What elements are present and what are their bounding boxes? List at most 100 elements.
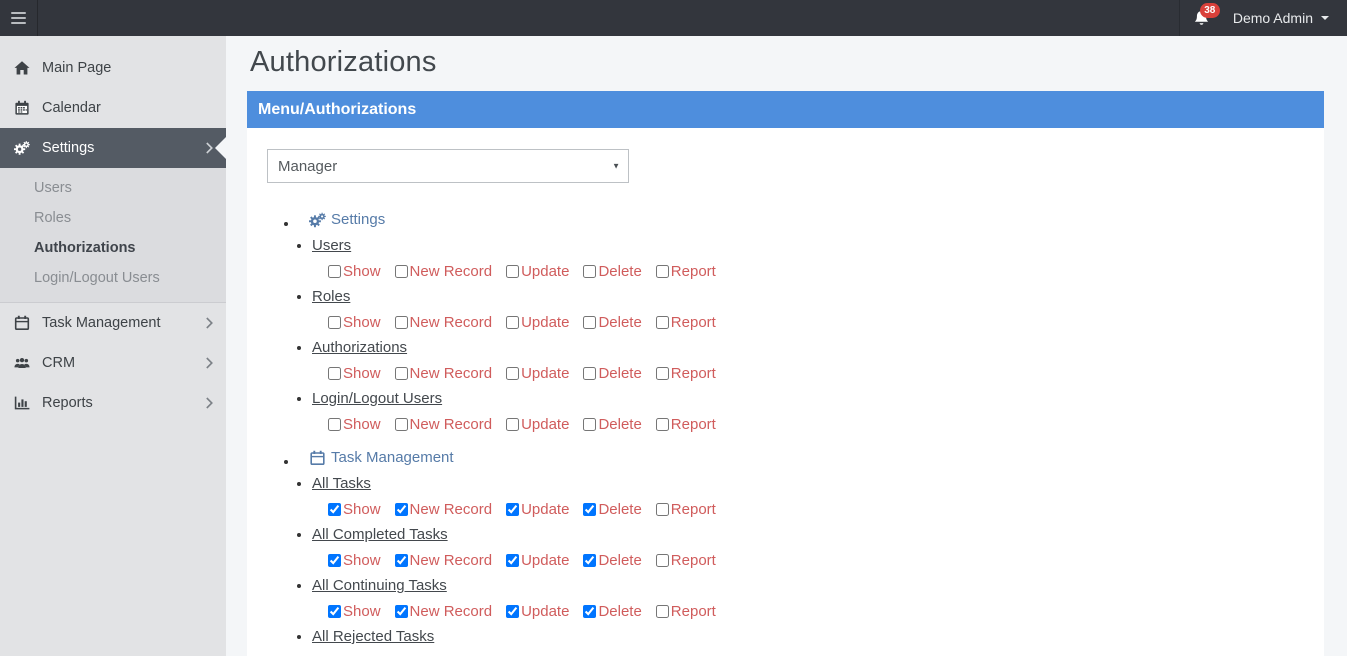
checkbox-new-record[interactable] bbox=[394, 553, 408, 567]
sidebar-item-main-page[interactable]: Main Page bbox=[0, 48, 226, 88]
perm-checkbox[interactable]: Report bbox=[655, 314, 716, 331]
perm-action-label: New Record bbox=[409, 364, 493, 382]
perm-checkbox[interactable]: Report bbox=[655, 501, 716, 518]
checkbox-delete[interactable] bbox=[583, 417, 597, 431]
perm-item-link[interactable]: All Continuing Tasks bbox=[312, 577, 447, 594]
perm-checkbox[interactable]: Delete bbox=[583, 501, 642, 518]
checkbox-update[interactable] bbox=[506, 315, 520, 329]
perm-checkbox[interactable]: New Record bbox=[394, 314, 492, 331]
checkbox-delete[interactable] bbox=[583, 604, 597, 618]
checkbox-report[interactable] bbox=[655, 553, 669, 567]
perm-checkbox[interactable]: Report bbox=[655, 263, 716, 280]
perm-item-link[interactable]: All Rejected Tasks bbox=[312, 628, 434, 645]
perm-checkbox[interactable]: New Record bbox=[394, 552, 492, 569]
perm-checkbox[interactable]: Show bbox=[328, 314, 381, 331]
perm-checkbox[interactable]: Update bbox=[506, 365, 569, 382]
checkbox-update[interactable] bbox=[506, 366, 520, 380]
checkbox-delete[interactable] bbox=[583, 502, 597, 516]
perm-checkbox[interactable]: Show bbox=[328, 552, 381, 569]
perm-checkbox[interactable]: Show bbox=[328, 501, 381, 518]
checkbox-update[interactable] bbox=[506, 264, 520, 278]
perm-checkbox[interactable]: Delete bbox=[583, 416, 642, 433]
perm-checkbox[interactable]: Report bbox=[655, 552, 716, 569]
checkbox-delete[interactable] bbox=[583, 264, 597, 278]
perm-checkbox[interactable]: Update bbox=[506, 263, 569, 280]
checkbox-delete[interactable] bbox=[583, 315, 597, 329]
perm-action-label: Report bbox=[670, 602, 716, 620]
perm-checkbox[interactable]: Show bbox=[328, 603, 381, 620]
notifications-button[interactable]: 38 bbox=[1178, 0, 1223, 36]
perm-checkbox[interactable]: Delete bbox=[583, 314, 642, 331]
checkbox-new-record[interactable] bbox=[394, 604, 408, 618]
sidebar-item-crm[interactable]: CRM bbox=[0, 343, 226, 383]
perm-checkbox[interactable]: Report bbox=[655, 365, 716, 382]
perm-checkbox[interactable]: Update bbox=[506, 603, 569, 620]
perm-item-link[interactable]: Users bbox=[312, 237, 351, 254]
role-select[interactable]: Manager bbox=[267, 149, 629, 183]
checkbox-new-record[interactable] bbox=[394, 264, 408, 278]
checkbox-show[interactable] bbox=[328, 366, 341, 380]
checkbox-report[interactable] bbox=[655, 366, 669, 380]
checkbox-report[interactable] bbox=[655, 264, 669, 278]
sidebar-subitem-authorizations[interactable]: Authorizations bbox=[0, 233, 226, 263]
checkbox-update[interactable] bbox=[506, 417, 520, 431]
perm-checkbox[interactable]: New Record bbox=[394, 364, 493, 382]
perm-checkbox[interactable]: New Record bbox=[394, 501, 492, 518]
perm-checkbox[interactable]: Update bbox=[506, 416, 569, 433]
calendar-outline-icon bbox=[309, 450, 326, 466]
perm-item-link[interactable]: Authorizations bbox=[312, 339, 407, 356]
perm-checkbox[interactable]: Update bbox=[506, 552, 569, 569]
sidebar-toggle-button[interactable] bbox=[0, 0, 38, 36]
checkbox-show[interactable] bbox=[328, 264, 341, 278]
sidebar-subitem-login-logout-users[interactable]: Login/Logout Users bbox=[0, 263, 226, 293]
checkbox-update[interactable] bbox=[506, 604, 520, 618]
checkbox-report[interactable] bbox=[655, 502, 669, 516]
sidebar-subitem-users[interactable]: Users bbox=[0, 173, 226, 203]
perm-item-link[interactable]: Login/Logout Users bbox=[312, 390, 442, 407]
checkbox-report[interactable] bbox=[655, 315, 669, 329]
checkbox-update[interactable] bbox=[506, 553, 520, 567]
sidebar-item-settings[interactable]: Settings bbox=[0, 128, 226, 168]
checkbox-report[interactable] bbox=[655, 604, 669, 618]
sidebar-item-task-management[interactable]: Task Management bbox=[0, 303, 226, 343]
checkbox-new-record[interactable] bbox=[394, 417, 408, 431]
checkbox-show[interactable] bbox=[328, 502, 341, 516]
perm-checkbox[interactable]: New Record bbox=[394, 263, 492, 280]
checkbox-new-record[interactable] bbox=[394, 366, 408, 380]
perm-action-label: Update bbox=[521, 500, 570, 518]
checkbox-show[interactable] bbox=[328, 604, 341, 618]
chevron-right-icon bbox=[205, 397, 214, 409]
perm-checkbox[interactable]: Delete bbox=[583, 263, 642, 280]
perm-checkbox[interactable]: Delete bbox=[583, 552, 642, 569]
checkbox-show[interactable] bbox=[328, 315, 341, 329]
checkbox-delete[interactable] bbox=[583, 553, 597, 567]
perm-checkbox-row: Show New Record Update Delete Report bbox=[328, 600, 1304, 622]
perm-checkbox[interactable]: Update bbox=[506, 501, 569, 518]
sidebar-item-reports[interactable]: Reports bbox=[0, 383, 226, 423]
perm-group-link[interactable]: Settings bbox=[331, 209, 385, 230]
perm-item-link[interactable]: Roles bbox=[312, 288, 350, 305]
checkbox-show[interactable] bbox=[328, 417, 341, 431]
perm-checkbox[interactable]: Delete bbox=[583, 603, 642, 620]
perm-checkbox[interactable]: Show bbox=[328, 263, 381, 280]
perm-checkbox[interactable]: Report bbox=[655, 602, 716, 620]
perm-checkbox[interactable]: Delete bbox=[583, 365, 642, 382]
checkbox-delete[interactable] bbox=[583, 366, 597, 380]
checkbox-new-record[interactable] bbox=[394, 502, 408, 516]
perm-checkbox[interactable]: New Record bbox=[394, 603, 492, 620]
perm-item-link[interactable]: All Completed Tasks bbox=[312, 526, 448, 543]
perm-checkbox[interactable]: Update bbox=[506, 314, 569, 331]
user-menu-button[interactable]: Demo Admin bbox=[1223, 0, 1347, 36]
checkbox-update[interactable] bbox=[506, 502, 520, 516]
perm-checkbox[interactable]: New Record bbox=[394, 416, 492, 433]
checkbox-new-record[interactable] bbox=[394, 315, 408, 329]
perm-group-link[interactable]: Task Management bbox=[331, 447, 454, 468]
perm-checkbox[interactable]: Show bbox=[328, 365, 381, 382]
perm-item-link[interactable]: All Tasks bbox=[312, 475, 371, 492]
sidebar-item-calendar[interactable]: Calendar bbox=[0, 88, 226, 128]
checkbox-show[interactable] bbox=[328, 553, 341, 567]
checkbox-report[interactable] bbox=[655, 417, 669, 431]
perm-checkbox[interactable]: Show bbox=[328, 416, 381, 433]
perm-checkbox[interactable]: Report bbox=[655, 416, 716, 433]
sidebar-subitem-roles[interactable]: Roles bbox=[0, 203, 226, 233]
